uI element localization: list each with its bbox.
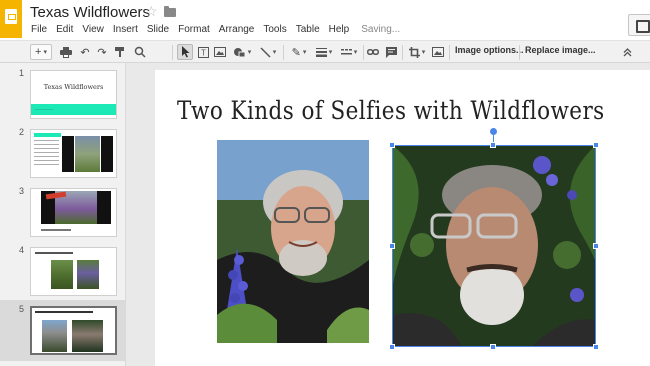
menu-tools[interactable]: Tools [263,24,286,38]
slides-app: Texas Wildflowers ☆ File Edit View Inser… [0,0,650,366]
redo-icon[interactable]: ↷ [95,44,109,60]
crop-icon[interactable]: ▾ [406,44,428,60]
select-tool-icon[interactable] [177,44,193,60]
border-dash-icon[interactable]: ▾ [338,44,360,60]
star-icon[interactable]: ☆ [145,3,158,20]
new-slide-button[interactable]: + ▾ [30,44,52,60]
svg-text:T: T [201,48,206,57]
menu-view[interactable]: View [82,24,104,38]
saving-status: Saving... [361,24,401,35]
slides-logo-icon[interactable] [0,0,22,38]
image-options-button[interactable]: Image options... [455,45,524,55]
shape-icon[interactable]: ▾ [230,44,254,60]
menu-file[interactable]: File [31,24,47,38]
slide-thumbnail-4[interactable] [30,247,117,296]
present-button[interactable] [628,14,650,36]
image-selection-border [392,145,596,347]
mask-image-icon[interactable] [431,44,445,60]
slide-thumbnail-3[interactable] [30,188,117,237]
slide-thumbnail-2[interactable] [30,129,117,178]
line-icon[interactable]: ▾ [257,44,279,60]
resize-handle-top-left[interactable] [389,142,395,148]
resize-handle-bottom-left[interactable] [389,344,395,350]
menu-bar: File Edit View Insert Slide Format Arran… [31,24,400,38]
collapse-toolbar-icon[interactable] [620,44,634,60]
zoom-icon[interactable] [133,44,147,60]
menu-insert[interactable]: Insert [113,24,138,38]
resize-handle-right[interactable] [593,243,599,249]
toolbar: + ▾ ↶ ↷ T ▾ ▾ ✎ ▾ ▾ ▾ ▾ Image options...… [0,40,650,63]
menu-edit[interactable]: Edit [56,24,73,38]
menu-slide[interactable]: Slide [147,24,169,38]
border-color-icon[interactable]: ✎ ▾ [288,44,310,60]
selfie-photo-1[interactable] [217,140,369,343]
menu-arrange[interactable]: Arrange [219,24,255,38]
undo-icon[interactable]: ↶ [78,44,92,60]
rotate-handle[interactable] [490,128,497,135]
resize-handle-left[interactable] [389,243,395,249]
resize-handle-top-right[interactable] [593,142,599,148]
comment-icon[interactable] [384,44,398,60]
text-box-icon[interactable]: T [196,44,210,60]
slide-number: 3 [19,186,25,196]
slide-number: 4 [19,245,25,255]
slide-number: 5 [19,304,25,314]
document-title[interactable]: Texas Wildflowers [30,4,150,21]
print-icon[interactable] [59,44,73,60]
slide-title[interactable]: Two Kinds of Selfies with Wildflowers [177,96,605,125]
link-icon[interactable] [366,44,380,60]
menu-help[interactable]: Help [329,24,350,38]
image-icon[interactable] [213,44,227,60]
resize-handle-bottom[interactable] [490,344,496,350]
folder-icon[interactable] [164,6,176,17]
slide-thumbnail-5[interactable] [30,306,117,355]
slide-number: 2 [19,127,25,137]
header: Texas Wildflowers ☆ File Edit View Inser… [0,0,650,40]
menu-format[interactable]: Format [178,24,210,38]
replace-image-button[interactable]: Replace image... [525,45,596,55]
slide-thumbnail-title: Texas Wildflowers [43,83,104,91]
border-weight-icon[interactable]: ▾ [313,44,335,60]
resize-handle-bottom-right[interactable] [593,344,599,350]
slide-filmstrip: 1 Texas Wildflowers —————— 2 3 4 5 [0,63,126,366]
resize-handle-top[interactable] [490,142,496,148]
menu-table[interactable]: Table [296,24,320,38]
slide-number: 1 [19,68,25,78]
paint-format-icon[interactable] [112,44,128,60]
slide-thumbnail-1[interactable]: Texas Wildflowers —————— [30,70,117,119]
